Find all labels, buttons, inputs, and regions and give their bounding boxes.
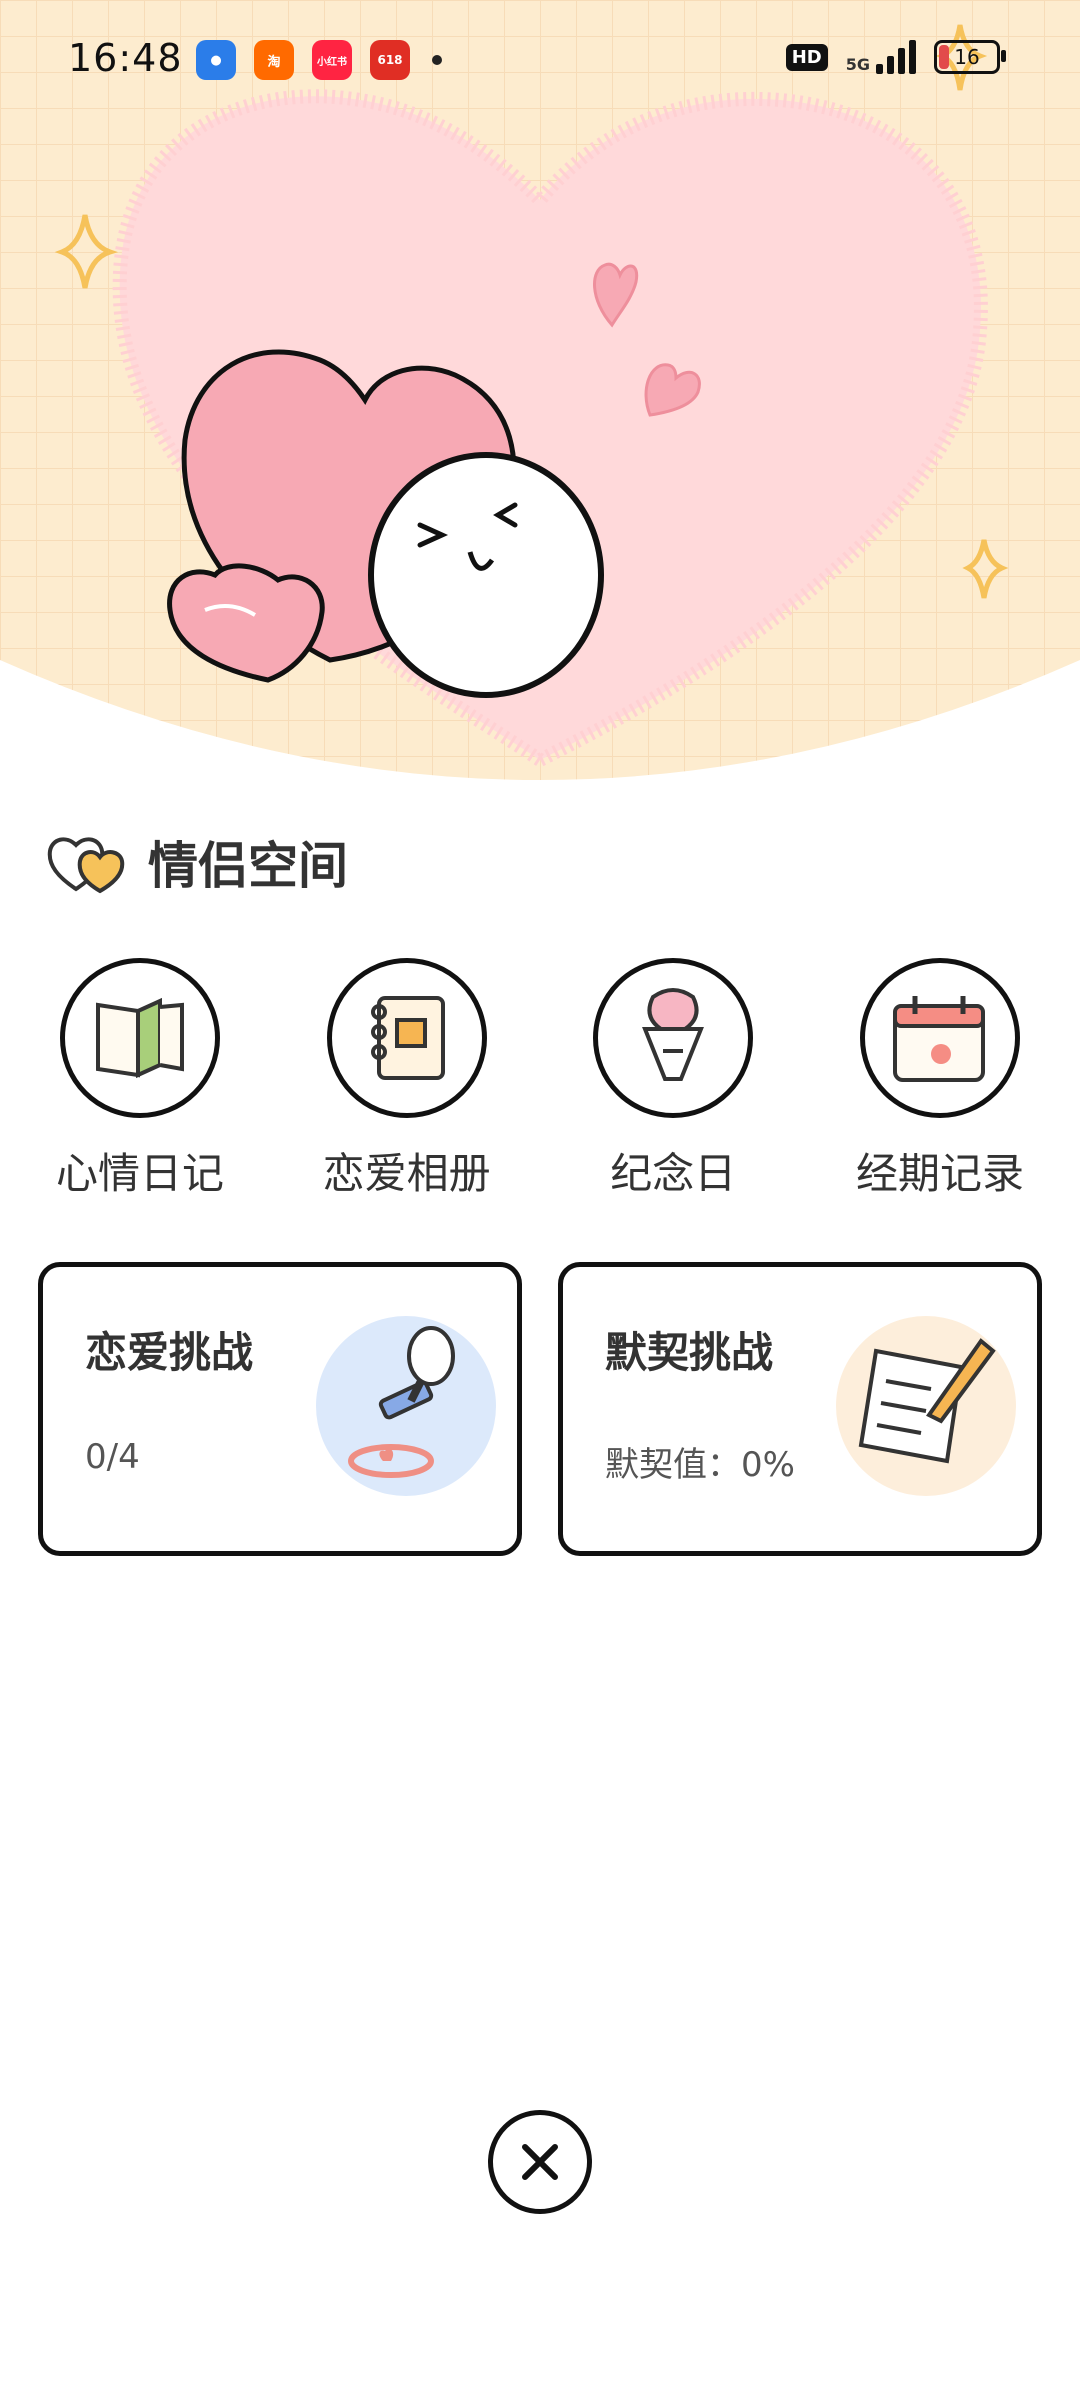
taobao-app-icon: 淘 xyxy=(254,40,294,80)
card-progress: 0/4 xyxy=(85,1437,140,1477)
feature-label: 恋爱相册 xyxy=(322,1149,491,1198)
xiaohongshu-app-icon: 小红书 xyxy=(312,40,352,80)
feature-period-record[interactable]: 经期记录 xyxy=(830,958,1050,1201)
tacit-challenge-card[interactable]: 默契挑战 默契值：0% xyxy=(558,1262,1042,1556)
card-tacit-value: 默契值：0% xyxy=(605,1445,795,1485)
feature-icon-circle xyxy=(326,958,487,1118)
feature-anniversary[interactable]: 纪念日 xyxy=(563,958,783,1201)
calendar-icon xyxy=(892,996,985,1082)
feature-label: 经期记录 xyxy=(855,1149,1024,1198)
pinduoduo-app-icon: 618 xyxy=(370,40,410,80)
network-type: 5G xyxy=(845,55,870,74)
double-heart-icon xyxy=(47,837,125,894)
close-button[interactable] xyxy=(488,2110,592,2214)
card-title: 恋爱挑战 xyxy=(85,1328,254,1377)
book-icon xyxy=(96,997,184,1079)
feature-label: 心情日记 xyxy=(55,1149,224,1198)
map-app-icon: ● xyxy=(196,40,236,80)
stamp-icon xyxy=(316,1316,496,1496)
notification-icons: ● 淘 小红书 618 xyxy=(196,40,442,80)
feature-mood-diary[interactable]: 心情日记 xyxy=(30,958,250,1201)
system-icons: HD 5G 16 xyxy=(785,40,1006,74)
bouquet-icon xyxy=(642,988,705,1081)
feature-love-album[interactable]: 恋爱相册 xyxy=(297,958,517,1201)
love-challenge-card[interactable]: 恋爱挑战 0/4 xyxy=(38,1262,522,1556)
status-time: 16:48 xyxy=(68,36,183,80)
challenge-cards: 恋爱挑战 0/4 默契挑战 默契值：0% xyxy=(38,1262,1042,1556)
feature-icon-circle xyxy=(60,958,220,1118)
feature-icon-circle xyxy=(593,958,754,1118)
hd-icon: HD xyxy=(785,43,828,71)
close-icon xyxy=(522,2144,558,2180)
battery-level: 16 xyxy=(954,45,980,69)
battery-icon: 16 xyxy=(934,40,1006,74)
status-bar: 16:48 ● 淘 小红书 618 HD 5G 16 xyxy=(0,0,1080,120)
feature-icon-circle xyxy=(859,958,1020,1118)
signal-icon: 5G xyxy=(846,40,916,74)
album-icon xyxy=(370,996,445,1080)
feature-label: 纪念日 xyxy=(610,1149,737,1198)
section-header: 情侣空间 xyxy=(44,826,348,898)
card-title: 默契挑战 xyxy=(605,1328,774,1377)
more-notifications-dot xyxy=(432,55,442,65)
note-pencil-icon xyxy=(836,1316,1016,1496)
section-title: 情侣空间 xyxy=(148,837,348,895)
feature-grid: 心情日记 恋爱相册 纪念日 经期记录 xyxy=(30,958,1050,1201)
